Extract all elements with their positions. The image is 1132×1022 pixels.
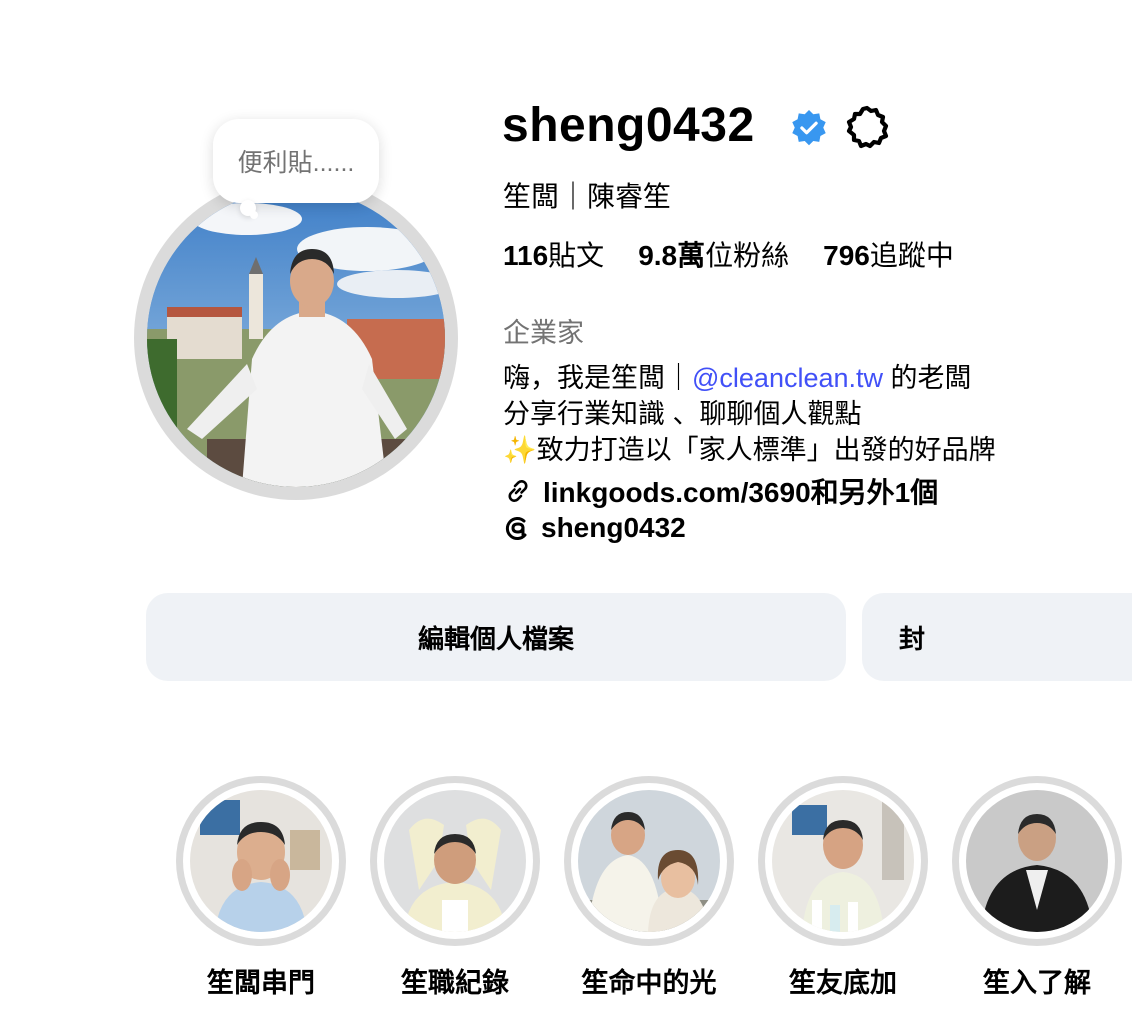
story-highlight[interactable]: 笙入了解 — [952, 776, 1122, 1016]
archive-button[interactable]: 封 — [862, 593, 1132, 681]
highlight-label: 笙命中的光 — [581, 968, 717, 998]
username: sheng0432 — [502, 99, 755, 152]
threads-icon — [505, 517, 527, 540]
bio-line-3: ✨致力打造以「家人標準」出發的好品牌 — [503, 435, 996, 465]
story-highlight[interactable]: 笙職紀錄 — [370, 776, 540, 1016]
external-link-text: linkgoods.com/3690和另外1個 — [543, 477, 939, 508]
highlight-cover — [384, 790, 526, 932]
highlight-cover — [772, 790, 914, 932]
highlight-cover — [578, 790, 720, 932]
highlight-label: 笙職紀錄 — [401, 968, 509, 998]
external-link[interactable]: linkgoods.com/3690和另外1個 — [503, 471, 938, 511]
highlight-label: 笙入了解 — [983, 968, 1091, 998]
stat-following[interactable]: 796追蹤中 — [823, 234, 954, 274]
story-highlight[interactable]: 笙闆串門 — [176, 776, 346, 1016]
threads-link[interactable]: sheng0432 — [503, 512, 686, 544]
stat-posts-label: 貼文 — [548, 240, 605, 271]
highlight-label: 笙闆串門 — [207, 968, 315, 998]
link-icon — [508, 480, 528, 502]
stat-followers[interactable]: 9.8萬位粉絲 — [638, 234, 789, 274]
highlight-cover — [966, 790, 1108, 932]
stat-posts[interactable]: 116貼文 — [503, 234, 604, 274]
verified-badge-icon — [792, 109, 826, 146]
profile-category: 企業家 — [503, 318, 584, 348]
note-bubble-tail-dot — [250, 211, 258, 219]
stat-followers-value: 9.8萬 — [638, 240, 706, 271]
note-text: 便利貼...... — [237, 149, 355, 177]
bio-mention-link[interactable]: @cleanclean.tw — [692, 363, 883, 393]
highlight-cover — [190, 790, 332, 932]
stat-following-value: 796 — [823, 240, 870, 271]
threads-handle: sheng0432 — [541, 512, 686, 543]
stat-followers-label: 位粉絲 — [705, 240, 790, 271]
story-highlight[interactable]: 笙命中的光 — [564, 776, 734, 1016]
profile-stats: 116貼文 9.8萬位粉絲 796追蹤中 — [503, 234, 988, 274]
gear-icon[interactable] — [843, 104, 891, 152]
bio-line-1-prefix: 嗨，我是笙闆｜ — [503, 363, 692, 393]
bio-line-1: 嗨，我是笙闆｜@cleanclean.tw 的老闆 — [503, 356, 972, 395]
bio-line-2: 分享行業知識 、聊聊個人觀點 — [503, 399, 862, 429]
bio-line-1-suffix: 的老闆 — [883, 363, 972, 393]
stat-following-label: 追蹤中 — [869, 240, 954, 271]
story-highlight[interactable]: 笙友底加 — [758, 776, 928, 1016]
edit-profile-button[interactable]: 編輯個人檔案 — [146, 593, 846, 681]
highlight-label: 笙友底加 — [789, 968, 897, 998]
avatar[interactable] — [147, 189, 445, 487]
stat-posts-value: 116 — [503, 240, 549, 271]
full-name: 笙闆｜陳睿笙 — [503, 181, 672, 212]
note-bubble[interactable]: 便利貼...... — [213, 119, 379, 203]
archive-button-label: 封 — [898, 623, 925, 654]
